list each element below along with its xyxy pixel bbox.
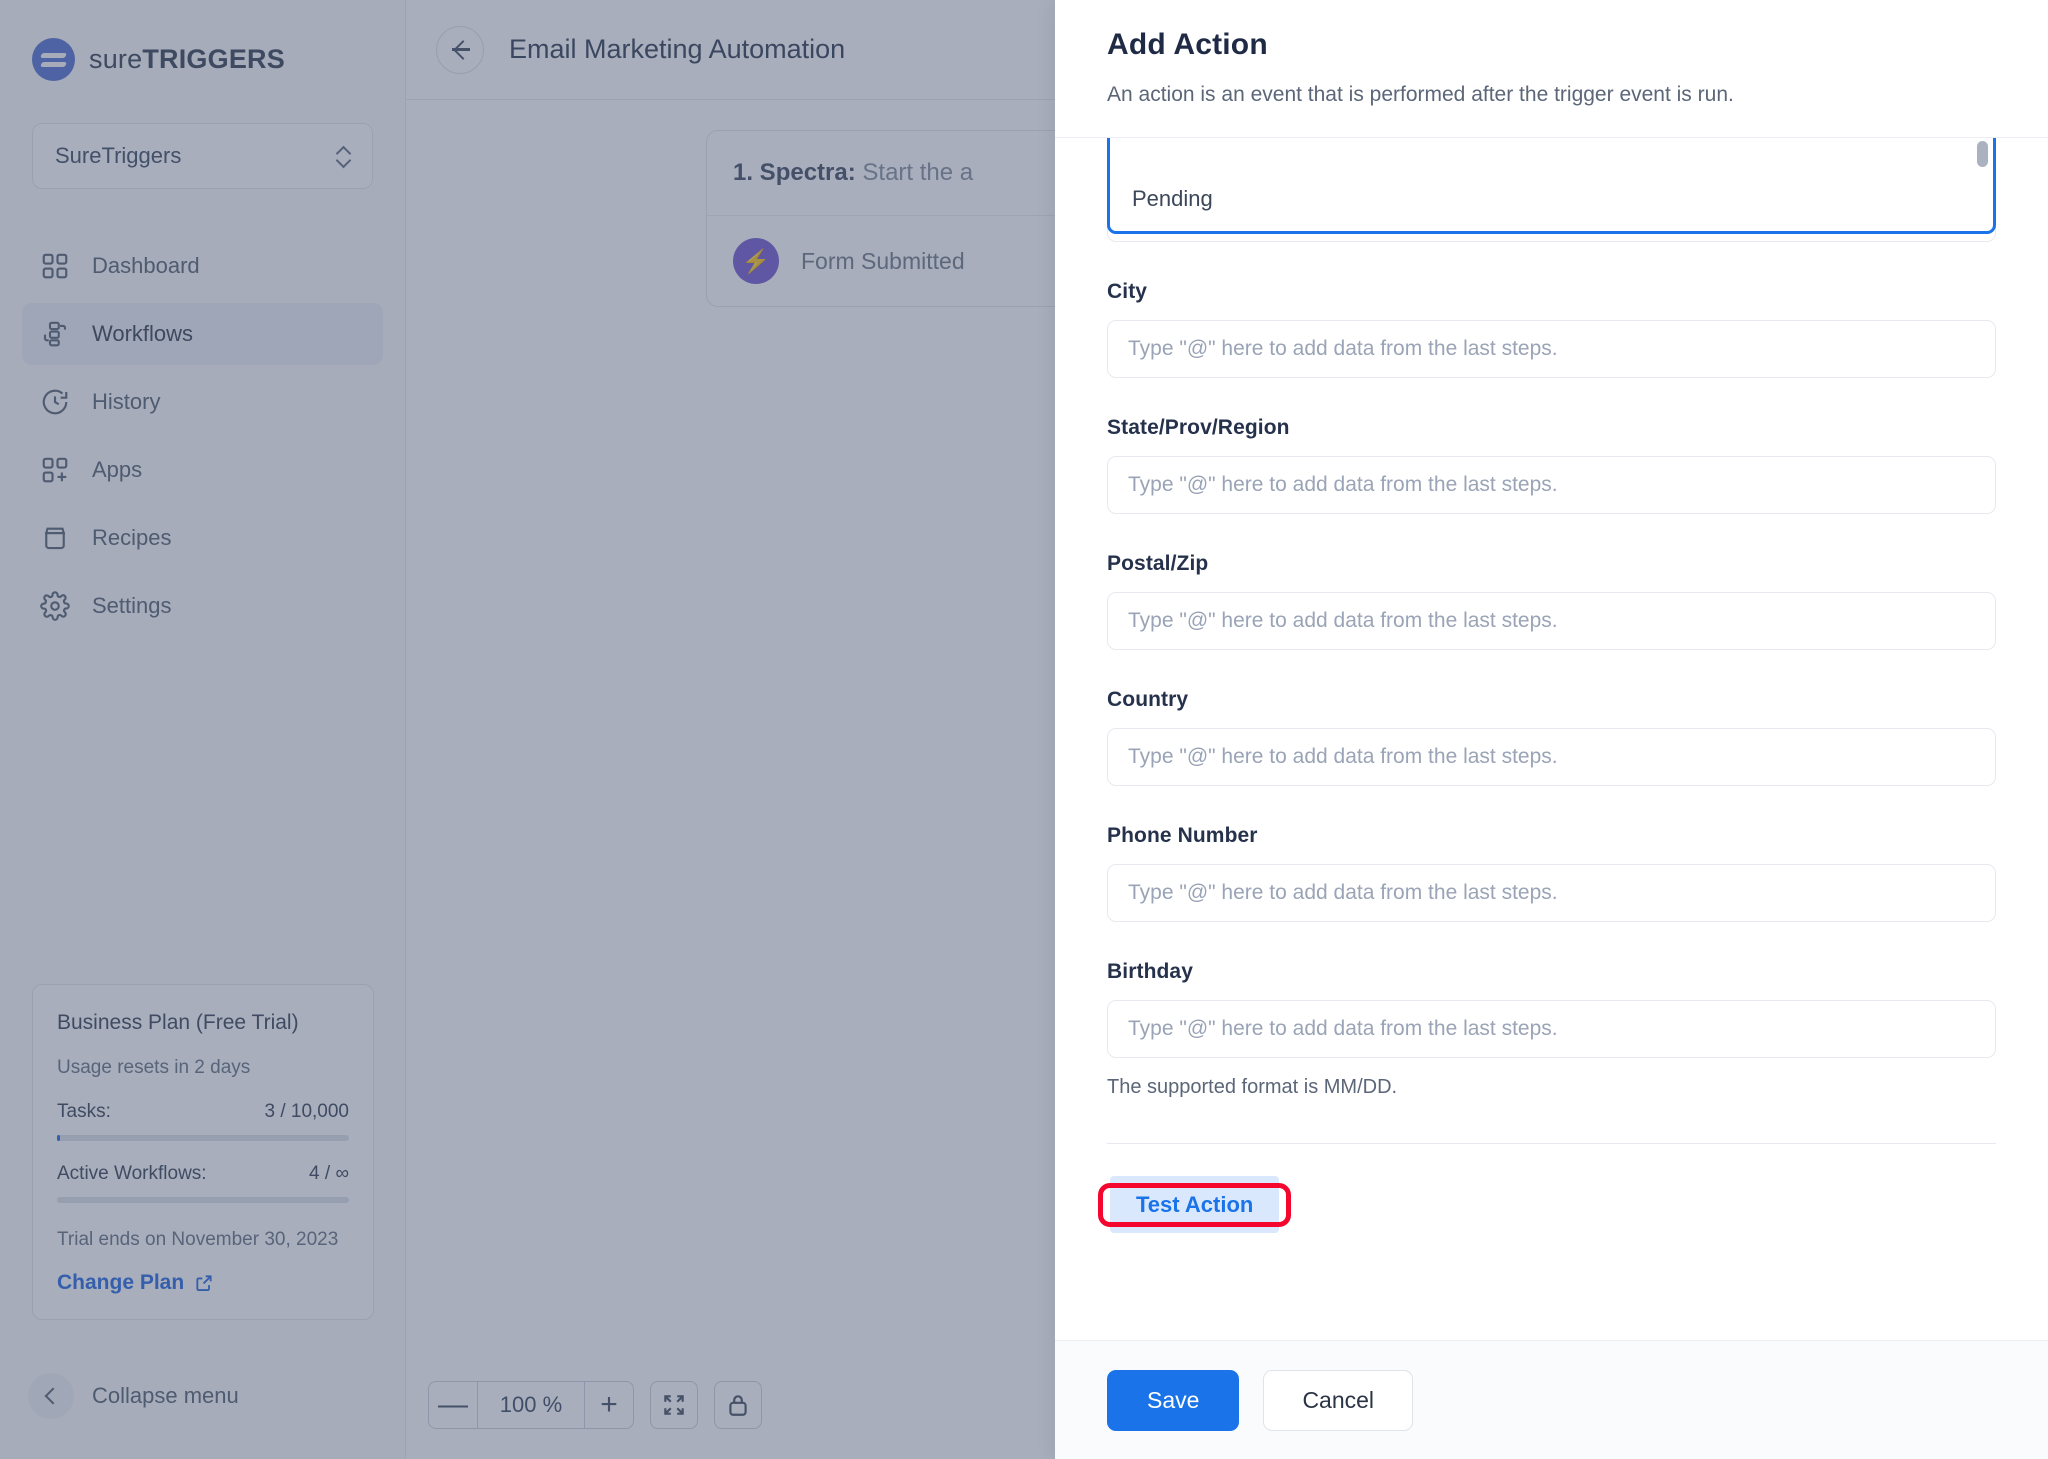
test-action-wrapper: Test Action [1098, 1173, 1292, 1236]
birthday-help-text: The supported format is MM/DD. [1107, 1076, 1398, 1098]
panel-header: Add Action An action is an event that is… [1055, 0, 2048, 138]
field-label: Phone Number [1107, 824, 1258, 847]
field-label: Birthday [1107, 960, 1193, 983]
birthday-input[interactable]: Type "@" here to add data from the last … [1107, 1000, 1996, 1058]
form-divider [1107, 1143, 1996, 1144]
field-phone: Phone Number Type "@" here to add data f… [1107, 824, 1996, 922]
city-input[interactable]: Type "@" here to add data from the last … [1107, 320, 1996, 378]
country-input[interactable]: Type "@" here to add data from the last … [1107, 728, 1996, 786]
postal-input[interactable]: Type "@" here to add data from the last … [1107, 592, 1996, 650]
field-label: Country [1107, 688, 1189, 711]
field-label: City [1107, 280, 1148, 303]
field-city: City Type "@" here to add data from the … [1107, 280, 1996, 378]
modal-backdrop[interactable] [0, 0, 1055, 1459]
field-postal: Postal/Zip Type "@" here to add data fro… [1107, 552, 1996, 650]
field-label: Postal/Zip [1107, 552, 1209, 575]
save-button[interactable]: Save [1107, 1369, 1240, 1431]
panel-title: Add Action [1107, 28, 1268, 61]
status-dropdown-menu[interactable]: Pending [1107, 138, 1996, 234]
cancel-button[interactable]: Cancel [1263, 1369, 1414, 1431]
field-label: State/Prov/Region [1107, 416, 1290, 439]
field-birthday: Birthday Type "@" here to add data from … [1107, 960, 1996, 1099]
dropdown-scrollbar[interactable] [1977, 141, 1988, 167]
field-country: Country Type "@" here to add data from t… [1107, 688, 1996, 786]
panel-form: Type "@" here to add data from the last … [1055, 138, 2048, 1340]
panel-subtitle: An action is an event that is performed … [1107, 83, 1734, 106]
occluded-field: Type "@" here to add data from the last … [1107, 138, 1996, 242]
phone-input[interactable]: Type "@" here to add data from the last … [1107, 864, 1996, 922]
add-action-panel: Add Action An action is an event that is… [1055, 0, 2048, 1459]
test-action-button[interactable]: Test Action [1107, 1173, 1283, 1236]
panel-footer: Save Cancel [1055, 1340, 2048, 1459]
dropdown-option-pending[interactable]: Pending [1110, 171, 1993, 227]
field-state: State/Prov/Region Type "@" here to add d… [1107, 416, 1996, 514]
state-input[interactable]: Type "@" here to add data from the last … [1107, 456, 1996, 514]
